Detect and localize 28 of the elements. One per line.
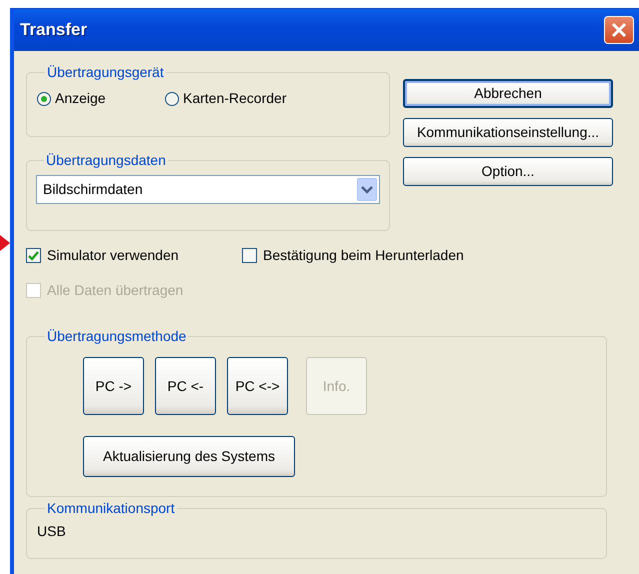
dialog-button[interactable]: Option... <box>403 157 613 186</box>
checkbox-label: Bestätigung beim Herunterladen <box>263 246 464 265</box>
radio-button[interactable] <box>165 92 179 106</box>
dialog-button[interactable]: Abbrechen <box>403 79 613 108</box>
update-button[interactable]: Aktualisierung des Systems <box>83 436 295 477</box>
group-label: Übertragungsmethode <box>46 329 188 343</box>
transfer-button[interactable]: PC <- <box>155 357 216 415</box>
dropdown[interactable]: Bildschirmdaten <box>36 175 380 204</box>
group-label: Übertragungsdaten <box>45 153 167 167</box>
radio-label: Anzeige <box>55 89 106 108</box>
chevron-down-icon <box>357 178 377 201</box>
group-label: Übertragungsgerät <box>46 65 165 79</box>
transfer-button[interactable]: PC -> <box>83 357 144 415</box>
group-label: Kommunikationsport <box>46 501 176 515</box>
close-icon <box>611 22 627 38</box>
checkbox[interactable] <box>242 248 257 263</box>
transfer-button[interactable]: PC <-> <box>227 357 288 415</box>
window-title: Transfer <box>20 19 88 42</box>
checkbox-label: Alle Daten übertragen <box>47 281 184 300</box>
dialog-button[interactable]: Kommunikationseinstellung... <box>403 118 613 147</box>
checkbox[interactable] <box>26 248 41 263</box>
radio-button[interactable] <box>37 92 51 106</box>
arrow-icon <box>0 235 10 251</box>
port-value: USB <box>37 523 66 539</box>
checkbox-label: Simulator verwenden <box>47 246 179 265</box>
dropdown-value: Bildschirmdaten <box>43 180 143 199</box>
close-button[interactable] <box>604 16 634 44</box>
radio-label: Karten-Recorder <box>183 89 286 108</box>
